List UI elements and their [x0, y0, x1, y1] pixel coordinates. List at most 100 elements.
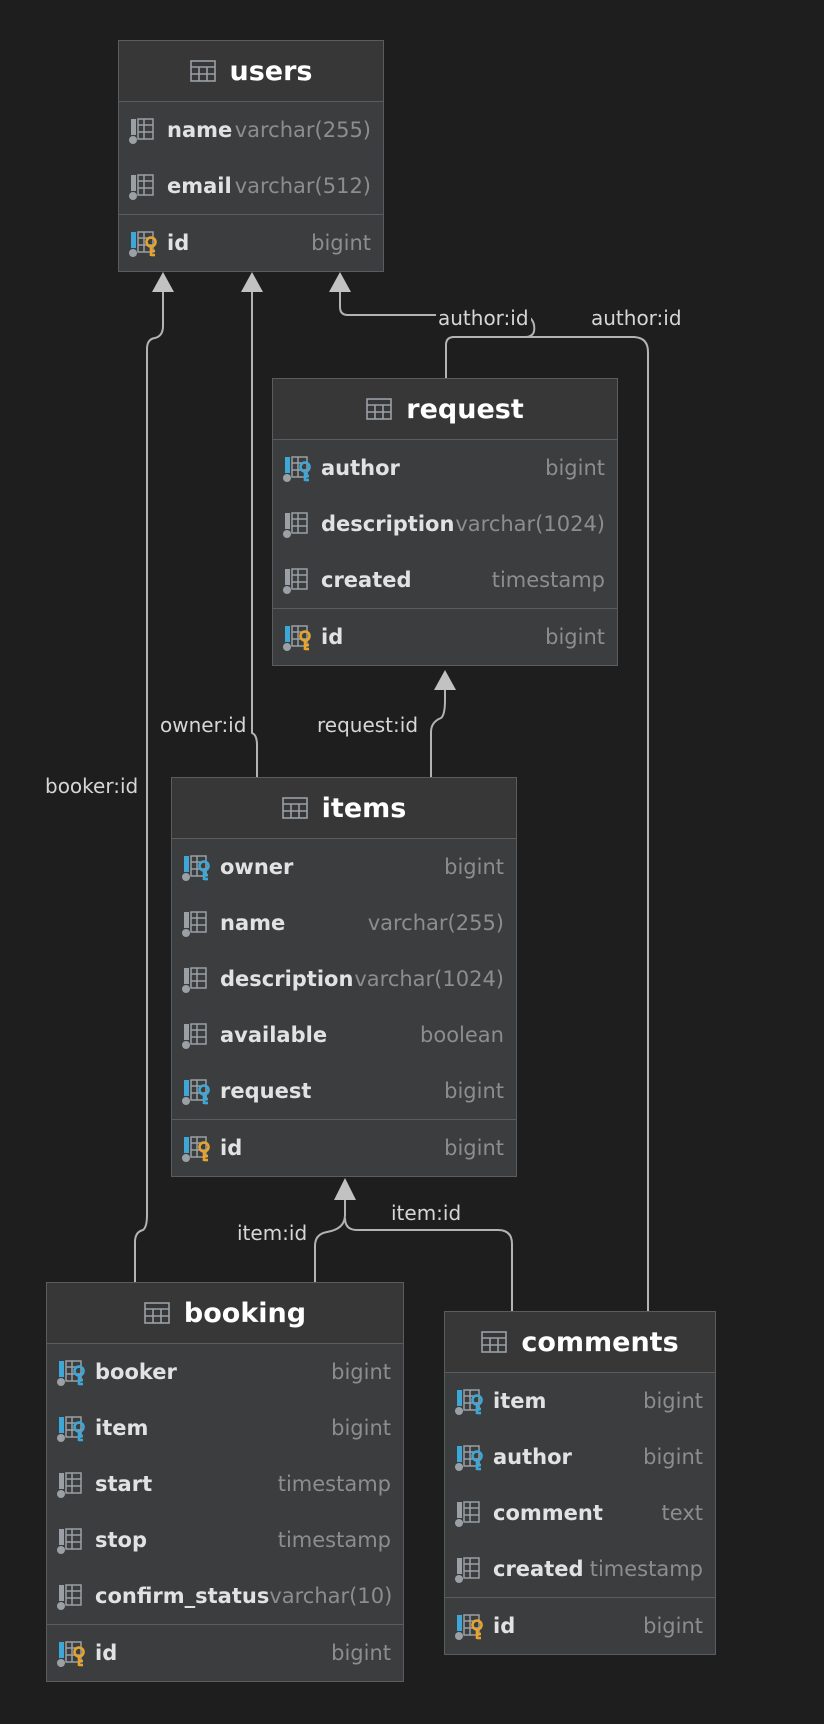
column-row-booking-item[interactable]: item bigint [47, 1400, 403, 1456]
column-row-request-author[interactable]: author bigint [273, 440, 617, 496]
column-name: request [220, 1079, 312, 1103]
column-row-users-email[interactable]: email varchar(512) [119, 158, 383, 214]
link-label-booking-item: item:id [235, 1221, 310, 1245]
column-name: comment [493, 1501, 603, 1525]
items-table[interactable]: items owner bigint name varchar(255) descrip… [171, 777, 517, 1177]
comments-table[interactable]: comments item bigint author bigint comment te… [444, 1311, 716, 1655]
column-icon [55, 1580, 87, 1612]
column-row-comments-id[interactable]: id bigint [445, 1597, 715, 1654]
column-type: bigint [643, 1445, 703, 1469]
column-row-comments-item[interactable]: item bigint [445, 1373, 715, 1429]
column-name: id [321, 625, 344, 649]
table-title: request [406, 393, 524, 425]
column-type: varchar(255) [234, 118, 371, 142]
column-type: bigint [643, 1614, 703, 1638]
column-name: created [493, 1557, 584, 1581]
booking-table-header[interactable]: booking [47, 1283, 403, 1344]
comments-table-header[interactable]: comments [445, 1312, 715, 1373]
column-row-booking-id[interactable]: id bigint [47, 1624, 403, 1681]
primary-key-icon [180, 1132, 212, 1164]
link-label-items-request: request:id [315, 713, 421, 737]
table-icon [189, 60, 216, 82]
column-type: varchar(10) [269, 1584, 393, 1608]
column-icon [281, 564, 313, 596]
column-row-items-available[interactable]: available boolean [172, 1007, 516, 1063]
column-row-booking-start[interactable]: start timestamp [47, 1456, 403, 1512]
column-name: id [220, 1136, 243, 1160]
table-icon [366, 398, 393, 420]
column-icon [55, 1524, 87, 1556]
foreign-key-icon [281, 452, 313, 484]
primary-key-icon [127, 227, 159, 259]
foreign-key-icon [453, 1385, 485, 1417]
primary-key-icon [281, 621, 313, 653]
column-row-request-created[interactable]: created timestamp [273, 552, 617, 608]
table-title: items [321, 792, 407, 824]
foreign-key-icon [180, 1075, 212, 1107]
column-name: stop [95, 1528, 147, 1552]
column-name: item [95, 1416, 149, 1440]
column-row-users-id[interactable]: id bigint [119, 214, 383, 271]
column-name: owner [220, 855, 294, 879]
column-icon [127, 114, 159, 146]
foreign-key-icon [55, 1356, 87, 1388]
column-name: author [321, 456, 400, 480]
primary-key-icon [453, 1610, 485, 1642]
column-name: id [493, 1614, 516, 1638]
column-type: bigint [331, 1416, 391, 1440]
link-label-request-author: author:id [436, 306, 531, 330]
column-row-items-description[interactable]: description varchar(1024) [172, 951, 516, 1007]
column-type: timestamp [277, 1472, 391, 1496]
column-row-items-name[interactable]: name varchar(255) [172, 895, 516, 951]
booking-table[interactable]: booking booker bigint item bigint start times… [46, 1282, 404, 1682]
column-type: bigint [311, 231, 371, 255]
column-name: email [167, 174, 232, 198]
column-row-items-id[interactable]: id bigint [172, 1119, 516, 1176]
column-name: item [493, 1389, 547, 1413]
column-icon [453, 1497, 485, 1529]
column-icon [180, 1019, 212, 1051]
table-icon [481, 1331, 508, 1353]
column-row-request-id[interactable]: id bigint [273, 608, 617, 665]
column-row-booking-confirm_status[interactable]: confirm_status varchar(10) [47, 1568, 403, 1624]
column-type: bigint [444, 855, 504, 879]
column-type: bigint [545, 625, 605, 649]
column-row-comments-comment[interactable]: comment text [445, 1485, 715, 1541]
items-table-header[interactable]: items [172, 778, 516, 839]
column-type: bigint [643, 1389, 703, 1413]
arrowhead-items [334, 1178, 356, 1200]
arrowhead-request [434, 670, 456, 690]
column-name: start [95, 1472, 153, 1496]
users-table-header[interactable]: users [119, 41, 383, 102]
link-label-comments-item: item:id [389, 1201, 464, 1225]
column-type: text [661, 1501, 703, 1525]
column-row-comments-author[interactable]: author bigint [445, 1429, 715, 1485]
link-items-request [430, 690, 446, 777]
column-row-comments-created[interactable]: created timestamp [445, 1541, 715, 1597]
request-table[interactable]: request author bigint description varchar(1… [272, 378, 618, 666]
column-type: bigint [444, 1136, 504, 1160]
arrowhead-users-2 [241, 272, 263, 292]
column-type: boolean [420, 1023, 504, 1047]
column-type: bigint [545, 456, 605, 480]
column-name: id [167, 231, 190, 255]
foreign-key-icon [180, 851, 212, 883]
primary-key-icon [55, 1637, 87, 1669]
request-table-header[interactable]: request [273, 379, 617, 440]
link-label-items-owner: owner:id [158, 713, 249, 737]
users-table[interactable]: users name varchar(255) email varchar(512) i… [118, 40, 384, 272]
column-row-booking-booker[interactable]: booker bigint [47, 1344, 403, 1400]
column-row-request-description[interactable]: description varchar(1024) [273, 496, 617, 552]
column-type: varchar(1024) [354, 967, 504, 991]
column-type: bigint [444, 1079, 504, 1103]
column-row-items-owner[interactable]: owner bigint [172, 839, 516, 895]
column-icon [180, 907, 212, 939]
column-icon [55, 1468, 87, 1500]
column-icon [281, 508, 313, 540]
column-row-items-request[interactable]: request bigint [172, 1063, 516, 1119]
column-row-users-name[interactable]: name varchar(255) [119, 102, 383, 158]
column-row-booking-stop[interactable]: stop timestamp [47, 1512, 403, 1568]
column-name: id [95, 1641, 118, 1665]
column-icon [127, 170, 159, 202]
link-label-comments-author: author:id [589, 306, 684, 330]
